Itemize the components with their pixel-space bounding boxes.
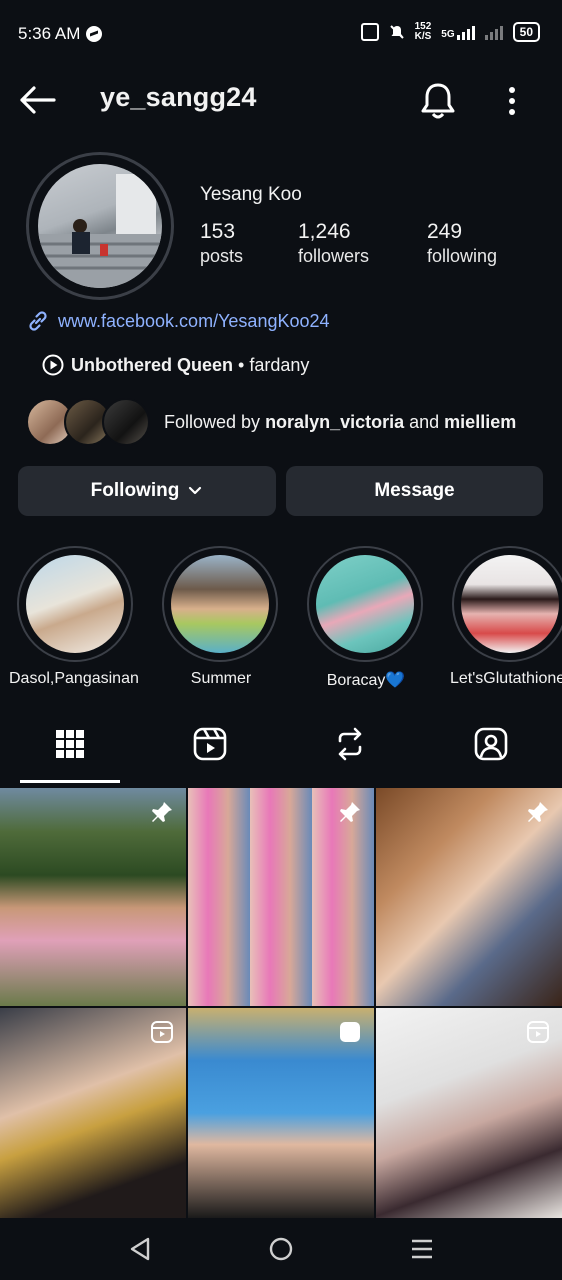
nav-back-icon[interactable] (128, 1236, 152, 1262)
highlight-cover (171, 555, 269, 653)
highlight-cover (461, 555, 559, 653)
stat-followers[interactable]: 1,246 followers (298, 220, 369, 268)
music-separator: • (233, 354, 250, 375)
following-button[interactable]: Following (18, 466, 276, 516)
messenger-icon (86, 26, 102, 42)
nav-home-icon[interactable] (268, 1236, 294, 1262)
stat-value: 1,246 (298, 220, 351, 243)
music-artist: fardany (249, 354, 310, 375)
reel-badge-icon (151, 1021, 173, 1043)
avatar-photo (38, 174, 162, 288)
active-tab-indicator (20, 780, 120, 783)
link-icon (29, 311, 47, 331)
highlight-label: Summer (190, 670, 252, 687)
followed-by-joiner: and (404, 411, 445, 432)
status-time: 5:36 AM (18, 24, 81, 43)
message-button-label: Message (374, 480, 455, 501)
chevron-down-icon (189, 486, 202, 495)
mutual-avatars (26, 398, 150, 446)
pin-icon (528, 802, 548, 822)
profile-full-name: Yesang Koo (200, 184, 302, 205)
nav-recents-icon[interactable] (410, 1238, 434, 1260)
stat-label: followers (298, 246, 370, 266)
highlight-cover (26, 555, 124, 653)
net-speed-unit: K/S (414, 31, 432, 42)
tab-posts-grid[interactable] (50, 724, 90, 764)
post-thumbnail[interactable] (188, 1008, 374, 1218)
highlight-item[interactable]: Summer (162, 546, 280, 688)
followed-by-prefix: Followed by (164, 411, 266, 432)
reel-badge-icon (340, 1022, 360, 1042)
more-vertical-icon (509, 87, 515, 115)
bell-icon (421, 83, 455, 119)
message-button[interactable]: Message (286, 466, 543, 516)
post-thumbnail[interactable] (376, 1008, 562, 1218)
profile-username: ye_sangg24 (100, 82, 257, 112)
signal-5g: 5G (441, 24, 475, 40)
signal-bars-icon (456, 24, 475, 40)
highlight-item[interactable]: Dasol,Pangasinan (9, 546, 139, 688)
network-type: 5G (441, 29, 455, 40)
highlight-label: Dasol,Pangasinan (9, 670, 139, 687)
highlight-ring (17, 546, 133, 662)
highlight-label: Boracay💙 (326, 672, 406, 689)
back-button[interactable] (18, 82, 58, 118)
highlight-item[interactable]: Boracay💙 (307, 546, 425, 690)
back-arrow-icon (20, 86, 56, 114)
tagged-person-icon (474, 727, 508, 761)
system-nav-bar (0, 1218, 562, 1280)
signal-bars-2-icon (484, 24, 503, 40)
grid-icon (56, 730, 84, 758)
highlight-ring (162, 546, 278, 662)
reel-badge-icon (527, 1021, 549, 1043)
stat-label: following (427, 246, 498, 266)
more-options-button[interactable] (500, 84, 524, 118)
tab-tagged[interactable] (471, 724, 511, 764)
status-bar: 5:36 AM 152 K/S 5G 50 (0, 0, 562, 68)
tab-reposts[interactable] (330, 724, 370, 764)
highlight-cover (316, 555, 414, 653)
stat-following[interactable]: 249 following (427, 220, 497, 268)
pin-icon (152, 802, 172, 822)
post-thumbnail[interactable] (376, 788, 562, 1006)
followed-by-user-2: mielliem (444, 411, 517, 432)
music-title: Unbothered Queen (71, 354, 234, 375)
stat-posts[interactable]: 153 posts (200, 220, 243, 268)
profile-music[interactable]: Unbothered Queen • fardany (42, 354, 309, 376)
stat-value: 153 (200, 220, 236, 243)
reels-icon (193, 727, 227, 761)
tab-reels[interactable] (190, 724, 230, 764)
profile-avatar[interactable] (38, 164, 162, 288)
post-thumbnail[interactable] (0, 788, 186, 1006)
highlight-item[interactable]: Let'sGlutathione (450, 546, 562, 688)
net-speed: 152 K/S (415, 22, 432, 42)
play-circle-icon (42, 354, 64, 376)
repost-icon (338, 727, 362, 761)
profile-link[interactable]: www.facebook.com/YesangKoo24 (26, 309, 330, 333)
status-icons: 152 K/S 5G 50 (360, 22, 540, 42)
post-thumbnail[interactable] (0, 1008, 186, 1218)
profile-link-text: www.facebook.com/YesangKoo24 (58, 310, 330, 331)
nfc-icon (360, 23, 379, 41)
highlight-ring (307, 546, 423, 662)
stat-label: posts (200, 246, 244, 266)
highlight-ring (452, 546, 562, 662)
following-button-label: Following (90, 480, 180, 501)
battery-indicator: 50 (512, 22, 540, 42)
mutual-avatar (102, 398, 150, 446)
followed-by-user-1: noralyn_victoria (265, 411, 405, 432)
pin-icon (340, 802, 360, 822)
highlight-label: Let'sGlutathione (450, 670, 562, 687)
notifications-button[interactable] (418, 80, 458, 120)
stat-value: 249 (427, 220, 463, 243)
post-thumbnail[interactable] (188, 788, 374, 1006)
followed-by[interactable]: Followed by noralyn_victoria and miellie… (26, 398, 516, 446)
mute-icon (389, 25, 404, 39)
